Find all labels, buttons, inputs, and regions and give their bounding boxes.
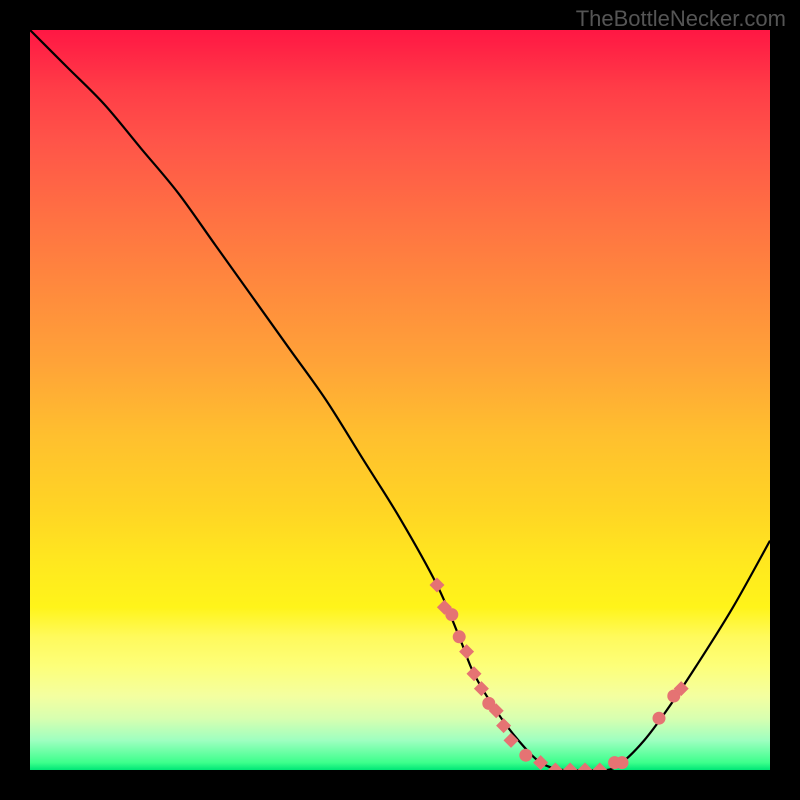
chart-curve-svg	[30, 30, 770, 770]
chart-plot-area	[30, 30, 770, 770]
chart-marker	[592, 763, 607, 771]
chart-markers	[430, 578, 689, 771]
chart-marker	[496, 718, 511, 733]
chart-marker	[445, 608, 458, 621]
chart-marker	[467, 666, 482, 681]
bottleneck-curve	[30, 30, 770, 770]
chart-marker	[653, 712, 666, 725]
chart-marker	[519, 749, 532, 762]
chart-marker	[430, 578, 445, 593]
chart-marker	[563, 763, 578, 771]
chart-marker	[459, 644, 474, 659]
chart-marker	[453, 630, 466, 643]
chart-marker	[474, 681, 489, 696]
chart-marker	[616, 756, 629, 769]
chart-marker	[504, 733, 519, 748]
chart-marker	[578, 763, 593, 771]
attribution-text: TheBottleNecker.com	[576, 6, 786, 32]
